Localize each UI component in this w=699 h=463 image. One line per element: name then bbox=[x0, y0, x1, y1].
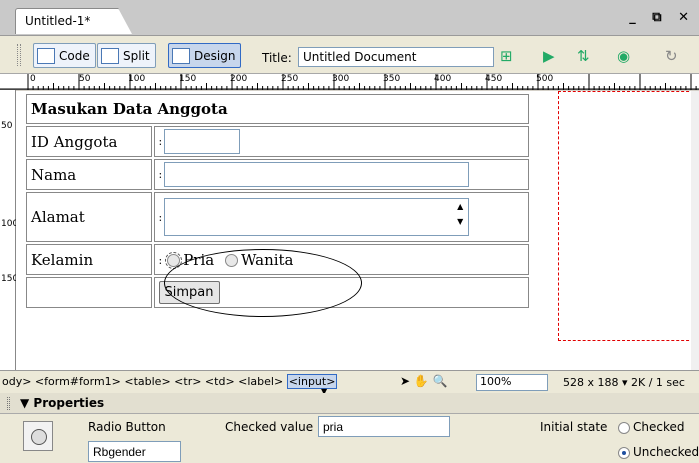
layout-outline bbox=[558, 91, 691, 341]
properties-panel: ▼ Properties Radio Button Checked value … bbox=[0, 393, 699, 463]
ruler-tick-label: 200 bbox=[230, 74, 248, 84]
file-management-icon[interactable]: ⇅ bbox=[577, 49, 590, 64]
highlight-ellipse bbox=[164, 249, 362, 317]
initial-state-checked[interactable]: Checked bbox=[618, 420, 685, 434]
ruler-tick-label: 500 bbox=[536, 74, 554, 84]
window-size-status: 528 x 188 ▾ 2K / 1 sec bbox=[563, 376, 685, 389]
label-nama: Nama bbox=[26, 159, 152, 190]
split-view-button[interactable]: Split bbox=[97, 43, 156, 68]
preview-browser-icon[interactable]: ◉ bbox=[617, 49, 630, 64]
ruler-tick-label: 100 bbox=[128, 74, 146, 84]
checked-value-label: Checked value bbox=[225, 420, 314, 434]
vruler-tick-label: 150 bbox=[1, 274, 19, 284]
properties-title: Properties bbox=[33, 396, 105, 410]
colon: : bbox=[158, 135, 163, 148]
document-title-input[interactable] bbox=[298, 47, 494, 67]
validate-icon[interactable]: ▶ bbox=[543, 49, 555, 64]
ruler-tick-label: 350 bbox=[383, 74, 401, 84]
colon: : bbox=[158, 210, 163, 224]
split-view-label: Split bbox=[123, 48, 150, 63]
code-view-label: Code bbox=[59, 48, 90, 63]
ruler-tick-label: 300 bbox=[332, 74, 350, 84]
form-header: Masukan Data Anggota bbox=[26, 94, 529, 124]
window-dimensions[interactable]: 528 x 188 bbox=[563, 376, 619, 389]
cell-nama: : bbox=[153, 159, 529, 190]
dreamweaver-document-window: Untitled-1* _ ⧉ ✕ Code Split Design Titl… bbox=[0, 0, 699, 463]
refresh-icon[interactable]: ↻ bbox=[665, 49, 678, 64]
canvas-vertical-scrollbar[interactable] bbox=[691, 91, 699, 370]
design-canvas[interactable]: Masukan Data Anggota ID Anggota : Nama :… bbox=[16, 91, 691, 371]
colon: : bbox=[158, 168, 163, 181]
ruler-tick-label: 450 bbox=[485, 74, 503, 84]
unchecked-radio[interactable] bbox=[618, 446, 630, 459]
id-anggota-input[interactable] bbox=[164, 129, 241, 154]
tag-selector-bar: ody> <form#form1> <table> <tr> <td> <lab… bbox=[0, 370, 699, 396]
textarea-scrollbar[interactable]: ▲ ▼ bbox=[452, 199, 468, 235]
design-view-label: Design bbox=[194, 48, 236, 63]
ruler-tick-label: 50 bbox=[79, 74, 91, 84]
properties-header[interactable]: ▼ Properties bbox=[0, 393, 699, 414]
nama-input[interactable] bbox=[164, 162, 470, 187]
toolbar-grip[interactable] bbox=[17, 44, 21, 66]
ruler-tick-label: 150 bbox=[179, 74, 197, 84]
checked-value-input[interactable] bbox=[318, 416, 450, 437]
label-alamat: Alamat bbox=[26, 192, 152, 242]
horizontal-ruler: 0 50 100 150 200 250 300 350 400 450 500 bbox=[0, 74, 699, 90]
ruler-tick-label: 0 bbox=[30, 74, 36, 84]
element-type-label: Radio Button bbox=[88, 420, 166, 434]
document-toolbar: Code Split Design Title: ⊞ ▶ ⇅ ◉ ↻ bbox=[0, 36, 699, 74]
design-view-icon bbox=[172, 47, 190, 64]
checked-option-label: Checked bbox=[633, 420, 685, 434]
initial-state-unchecked[interactable]: Unchecked bbox=[618, 445, 699, 459]
download-size-time: 2K / 1 sec bbox=[631, 376, 685, 389]
document-tab-bar: Untitled-1* _ ⧉ ✕ bbox=[0, 0, 699, 36]
window-controls[interactable]: _ ⧉ ✕ bbox=[629, 10, 695, 25]
zoom-select[interactable]: 100% bbox=[476, 374, 548, 391]
title-label: Title: bbox=[262, 51, 292, 65]
ruler-tick-label: 400 bbox=[434, 74, 452, 84]
pointer-tool-icon[interactable]: ➤ bbox=[400, 374, 410, 388]
label-kelamin: Kelamin bbox=[26, 244, 152, 275]
alamat-textarea[interactable]: ▲ ▼ bbox=[164, 198, 470, 236]
code-view-button[interactable]: Code bbox=[33, 43, 96, 68]
vertical-ruler: 50 100 150 bbox=[0, 90, 19, 370]
selected-tag[interactable]: <input> bbox=[286, 374, 338, 389]
empty-label-cell bbox=[26, 277, 152, 308]
zoom-tool-icon[interactable]: 🔍 bbox=[433, 374, 448, 388]
expand-arrow-icon[interactable]: ▼ bbox=[20, 396, 33, 410]
ruler-tick-marks bbox=[0, 74, 699, 90]
cell-id-anggota: : bbox=[153, 126, 529, 157]
radio-button-element-icon bbox=[23, 421, 53, 451]
select-tools: ➤ ✋ 🔍 bbox=[400, 374, 448, 388]
label-id-anggota: ID Anggota bbox=[26, 126, 152, 157]
element-name-input[interactable] bbox=[88, 441, 181, 462]
code-view-icon bbox=[37, 47, 55, 64]
document-tab[interactable]: Untitled-1* bbox=[15, 8, 132, 34]
design-view-button[interactable]: Design bbox=[168, 43, 242, 68]
cell-alamat: : ▲ ▼ bbox=[153, 192, 529, 242]
browser-check-icon[interactable]: ⊞ bbox=[500, 49, 513, 64]
tag-breadcrumb: ody> <form#form1> <table> <tr> <td> <lab… bbox=[2, 374, 338, 389]
initial-state-label: Initial state bbox=[540, 420, 608, 434]
panel-grip[interactable] bbox=[7, 397, 10, 410]
vruler-tick-label: 50 bbox=[1, 121, 13, 131]
ruler-tick-label: 250 bbox=[281, 74, 299, 84]
unchecked-option-label: Unchecked bbox=[633, 445, 699, 459]
vruler-tick-label: 100 bbox=[1, 219, 19, 229]
checked-radio[interactable] bbox=[618, 421, 630, 434]
split-view-icon bbox=[101, 47, 119, 64]
hand-tool-icon[interactable]: ✋ bbox=[414, 374, 429, 388]
breadcrumb-tags[interactable]: ody> <form#form1> <table> <tr> <td> <lab… bbox=[2, 375, 283, 388]
colon: : bbox=[158, 253, 163, 267]
